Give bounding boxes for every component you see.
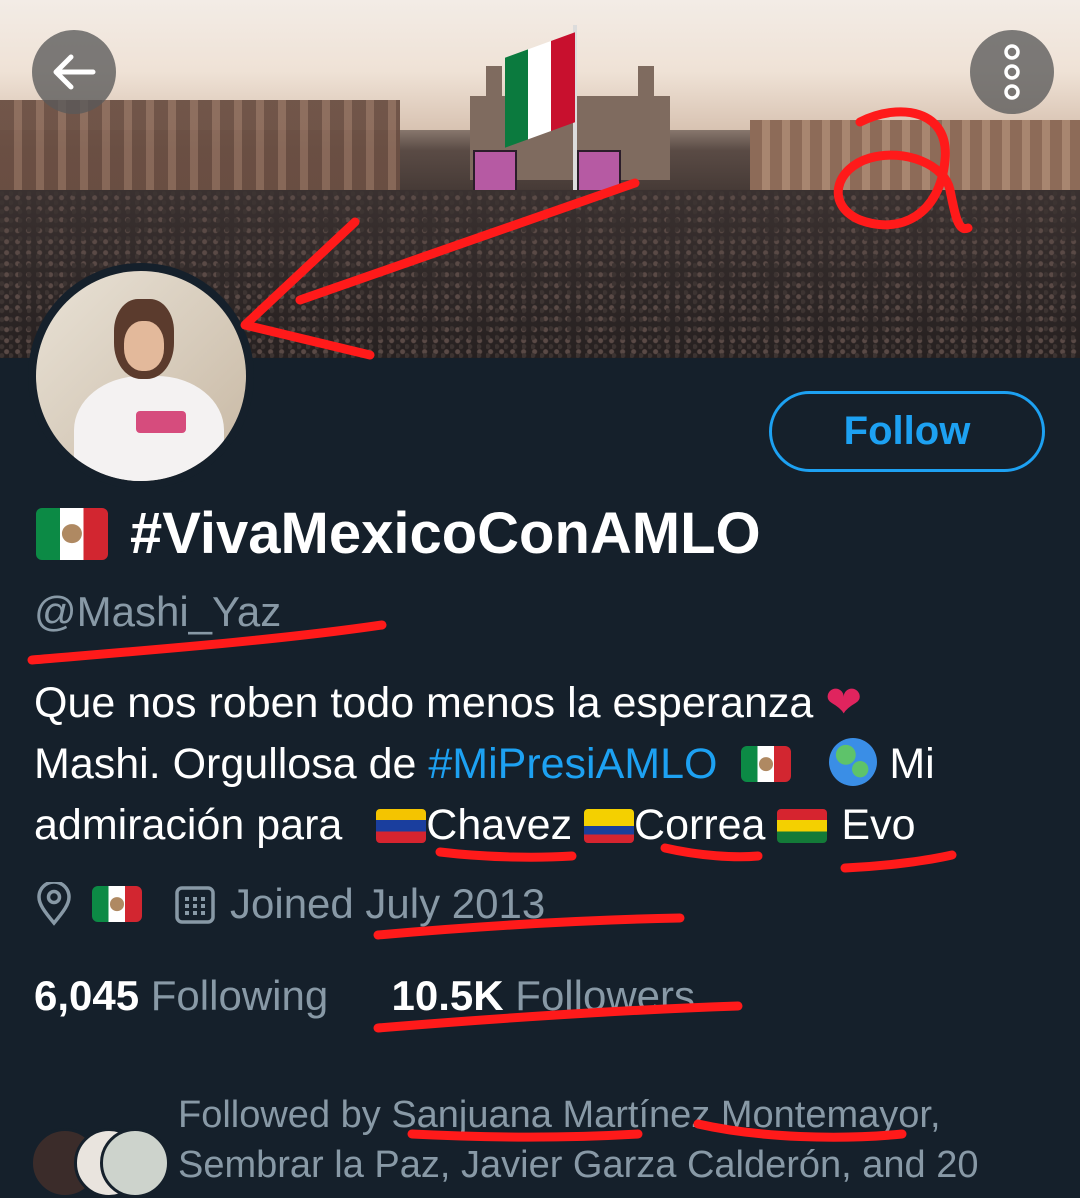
annotation-underline	[373, 913, 685, 940]
annotation-underline	[660, 843, 763, 862]
annotation-arrow-head	[240, 217, 375, 360]
annotation-letter	[833, 107, 973, 233]
annotation-underline	[693, 1119, 907, 1142]
annotation-underline	[373, 1001, 743, 1033]
annotation-underline	[407, 1129, 643, 1142]
annotation-underline	[840, 850, 957, 873]
red-annotation-overlay	[27, 107, 973, 1142]
annotation-arrow-shaft	[295, 178, 640, 305]
annotation-underline	[27, 620, 387, 665]
annotation-underline	[435, 847, 577, 862]
